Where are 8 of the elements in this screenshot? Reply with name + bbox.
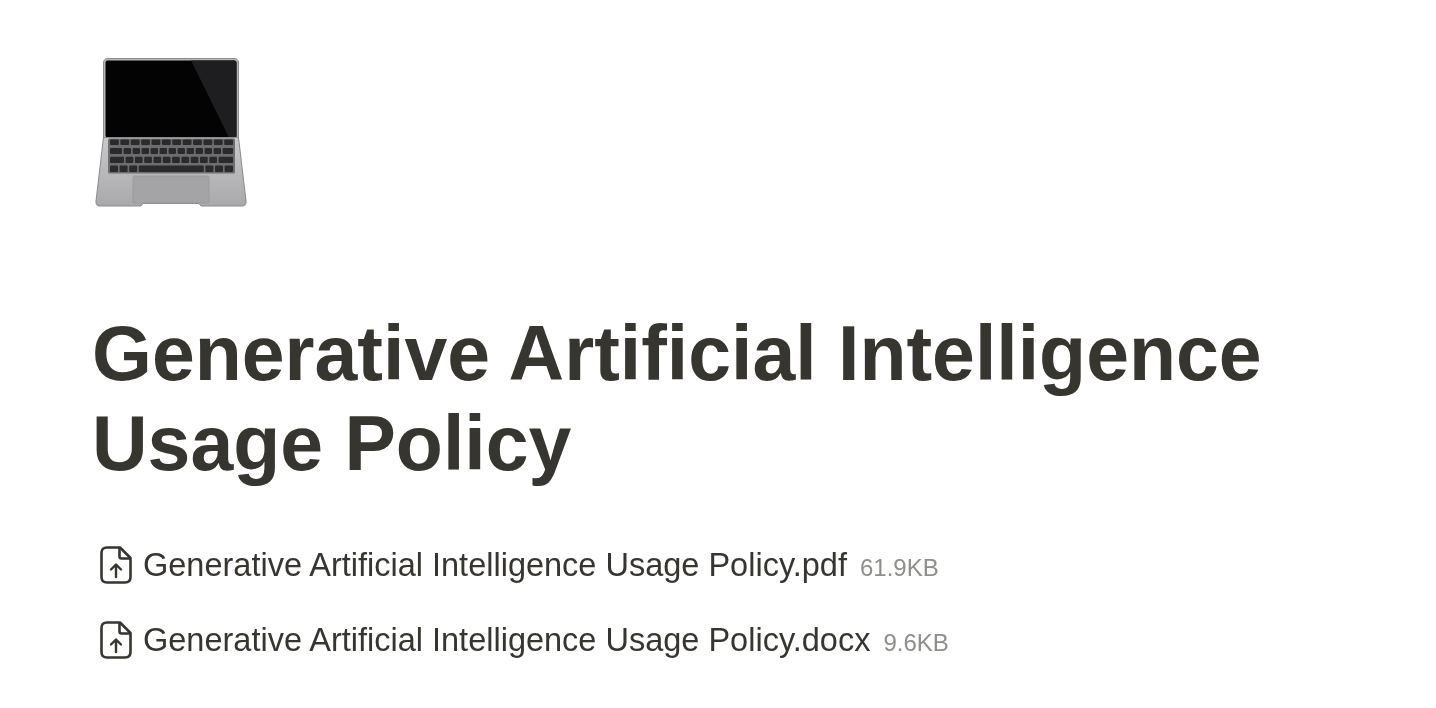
file-arrow-up-icon bbox=[100, 621, 132, 659]
page-title: Generative Artificial Intelligence Usage Policy bbox=[92, 309, 1263, 488]
file-link[interactable]: Generative Artificial Intelligence Usage Policy.pdf bbox=[143, 540, 847, 589]
file-link[interactable]: Generative Artificial Intelligence Usage Policy.docx bbox=[143, 615, 871, 664]
file-size: 9.6KB bbox=[883, 627, 949, 658]
file-size: 61.9KB bbox=[859, 552, 939, 583]
file-arrow-up-icon bbox=[100, 546, 132, 584]
laptop-icon[interactable] bbox=[95, 58, 247, 208]
